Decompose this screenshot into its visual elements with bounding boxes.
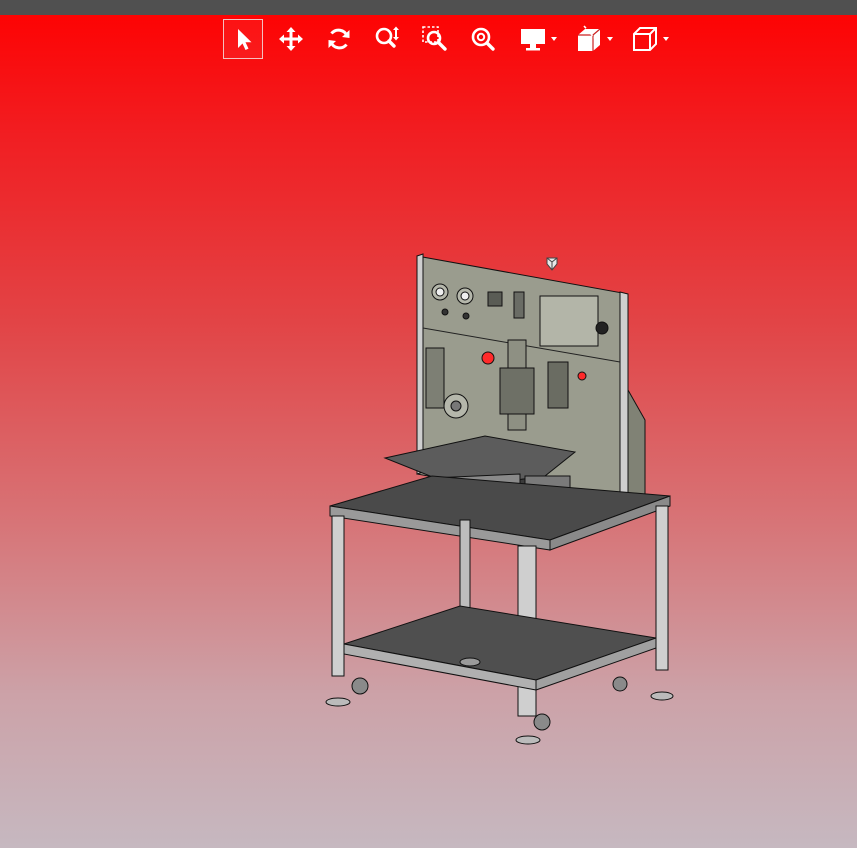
chevron-down-icon <box>607 37 613 41</box>
pan-arrows-icon <box>279 27 303 51</box>
select-cursor-icon <box>238 29 252 50</box>
zoom-fit-tool-button[interactable] <box>463 19 503 59</box>
zoom-icon <box>375 26 399 48</box>
machine-workstation <box>325 253 674 745</box>
zoom-tool-button[interactable] <box>367 19 407 59</box>
section-view-button[interactable] <box>567 19 615 59</box>
3d-model[interactable] <box>320 250 680 750</box>
rotate-icon <box>328 28 350 50</box>
display-mode-button[interactable] <box>511 19 559 59</box>
top-bar <box>0 0 857 15</box>
zoom-window-icon <box>422 26 447 51</box>
zoom-window-tool-button[interactable] <box>415 19 455 59</box>
standard-views-button[interactable] <box>623 19 671 59</box>
section-view-icon <box>578 25 601 51</box>
chevron-down-icon <box>663 37 669 41</box>
view-cube-icon <box>633 27 657 51</box>
display-monitor-icon <box>521 29 545 51</box>
zoom-fit-icon <box>471 27 495 51</box>
chevron-down-icon <box>551 37 557 41</box>
select-tool-button[interactable] <box>223 19 263 59</box>
rotate-tool-button[interactable] <box>319 19 359 59</box>
viewer-toolbar <box>223 19 679 59</box>
3d-viewport[interactable] <box>0 0 857 848</box>
pan-tool-button[interactable] <box>271 19 311 59</box>
